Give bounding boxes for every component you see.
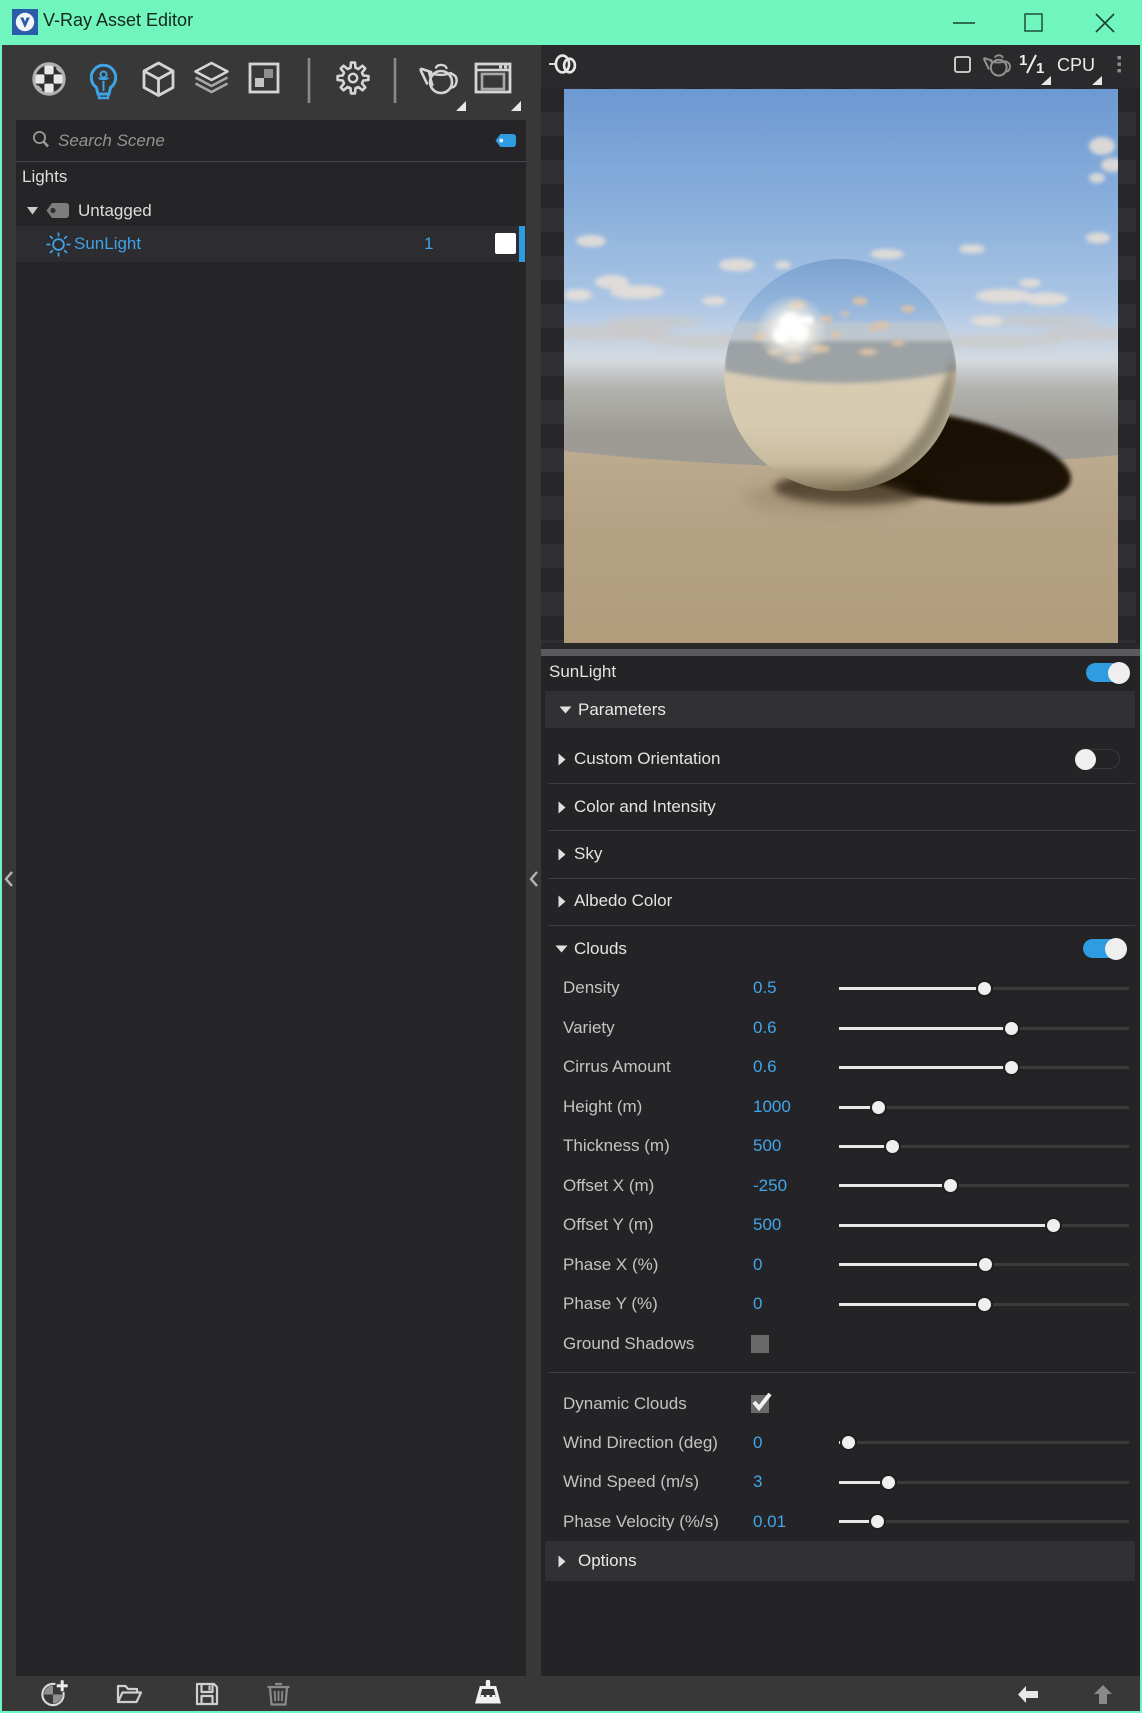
svg-text:1: 1 (1036, 60, 1044, 77)
svg-text:1: 1 (1019, 52, 1027, 69)
svg-text:CPU: CPU (1057, 55, 1095, 75)
